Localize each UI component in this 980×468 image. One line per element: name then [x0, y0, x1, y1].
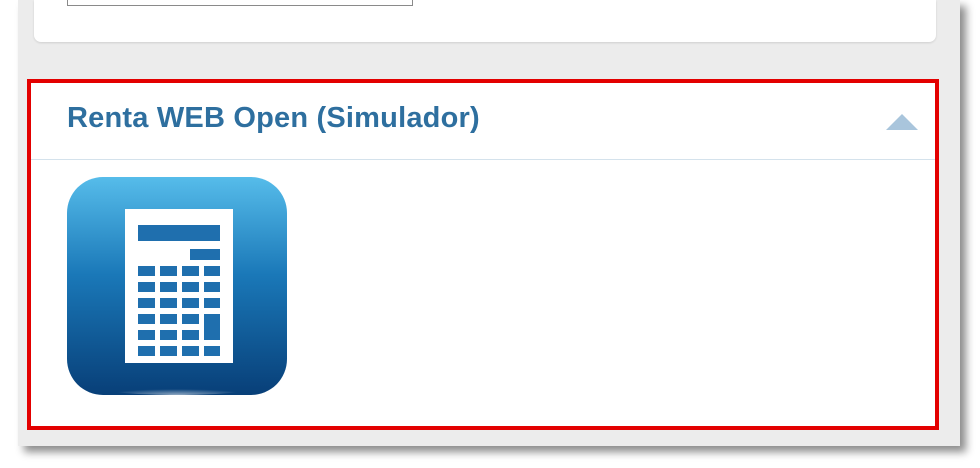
previous-section-input[interactable] [67, 0, 413, 6]
renta-web-open-section: Renta WEB Open (Simulador) [27, 79, 939, 430]
previous-section-card [34, 0, 936, 42]
calculator-icon [67, 177, 287, 395]
chevron-up-icon[interactable] [884, 112, 920, 132]
simulator-app-button[interactable] [67, 177, 287, 395]
section-title: Renta WEB Open (Simulador) [67, 102, 480, 134]
section-header[interactable]: Renta WEB Open (Simulador) [31, 83, 935, 160]
